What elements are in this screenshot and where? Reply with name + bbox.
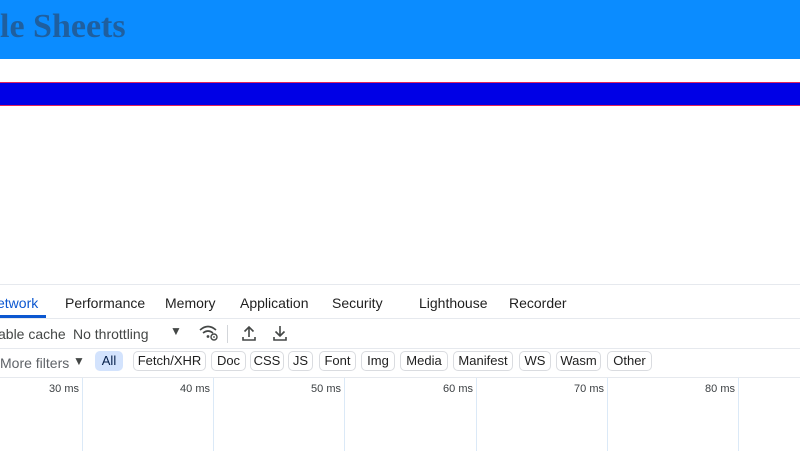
devtools-panel: etwork Performance Memory Application Se…: [0, 284, 800, 451]
filter-bar: More filters ▼ All Fetch/XHR Doc CSS JS …: [0, 348, 800, 378]
tab-security[interactable]: Security: [332, 294, 383, 312]
network-conditions-icon[interactable]: [198, 322, 220, 344]
filter-chip-manifest[interactable]: Manifest: [453, 351, 513, 371]
timeline-grid-line: [738, 378, 739, 451]
throttling-select[interactable]: No throttling: [73, 325, 148, 343]
more-filters-button[interactable]: More filters: [0, 354, 69, 372]
timeline-grid-line: [607, 378, 608, 451]
timeline-grid-line: [344, 378, 345, 451]
tab-performance[interactable]: Performance: [65, 294, 145, 312]
timeline-grid-line: [213, 378, 214, 451]
active-tab-indicator: [0, 315, 46, 318]
tab-application[interactable]: Application: [240, 294, 309, 312]
page-header: le Sheets: [0, 0, 800, 59]
timeline-tick-label: 50 ms: [311, 383, 341, 395]
timeline-tick-label: 30 ms: [49, 383, 79, 395]
timeline-tick-label: 40 ms: [180, 383, 210, 395]
download-icon[interactable]: [269, 322, 291, 344]
filter-chip-img[interactable]: Img: [361, 351, 395, 371]
caret-down-icon[interactable]: ▼: [73, 354, 85, 368]
caret-down-icon[interactable]: ▼: [170, 324, 182, 338]
upload-icon[interactable]: [238, 322, 260, 344]
devtools-tab-bar: etwork Performance Memory Application Se…: [0, 285, 800, 319]
timeline-grid-line: [82, 378, 83, 451]
filter-chip-other[interactable]: Other: [607, 351, 652, 371]
disable-cache-checkbox-label[interactable]: able cache: [0, 325, 66, 343]
filter-chip-js[interactable]: JS: [288, 351, 313, 371]
filter-chip-wasm[interactable]: Wasm: [556, 351, 601, 371]
filter-chip-css[interactable]: CSS: [250, 351, 284, 371]
filter-chip-doc[interactable]: Doc: [211, 351, 246, 371]
tab-lighthouse[interactable]: Lighthouse: [419, 294, 488, 312]
filter-chip-fetch-xhr[interactable]: Fetch/XHR: [133, 351, 206, 371]
timeline-tick-label: 80 ms: [705, 383, 735, 395]
tab-recorder[interactable]: Recorder: [509, 294, 567, 312]
filter-chip-all[interactable]: All: [95, 351, 123, 371]
toolbar-divider: [227, 325, 228, 343]
network-timeline-overview[interactable]: 30 ms 40 ms 50 ms 60 ms 70 ms 80 ms: [0, 378, 800, 451]
page-title: le Sheets: [0, 8, 126, 45]
timeline-grid-line: [476, 378, 477, 451]
network-toolbar: able cache No throttling ▼: [0, 319, 800, 349]
filter-chip-media[interactable]: Media: [400, 351, 448, 371]
timeline-tick-label: 60 ms: [443, 383, 473, 395]
filter-chip-font[interactable]: Font: [319, 351, 356, 371]
filter-chip-ws[interactable]: WS: [519, 351, 551, 371]
blue-banner-bar: [0, 82, 800, 106]
timeline-tick-label: 70 ms: [574, 383, 604, 395]
tab-memory[interactable]: Memory: [165, 294, 216, 312]
tab-network[interactable]: etwork: [0, 294, 38, 312]
